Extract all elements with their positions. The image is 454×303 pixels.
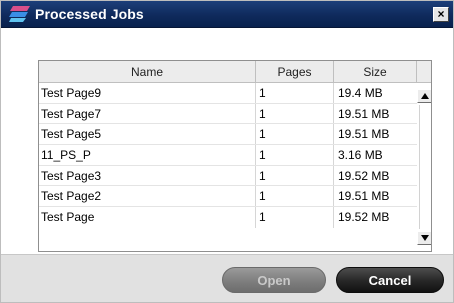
close-icon: ×	[437, 7, 445, 21]
cell-size: 19.51 MB	[338, 127, 390, 142]
scroll-track[interactable]	[419, 105, 430, 229]
scroll-down-button[interactable]	[417, 231, 431, 245]
table-body: Test Page9 1 19.4 MB Test Page7 1 19.51 …	[39, 83, 417, 228]
table-row[interactable]: Test Page5 1 19.51 MB	[39, 124, 417, 146]
cell-size: 19.4 MB	[338, 86, 383, 100]
cell-pages: 1	[256, 145, 334, 165]
dialog-content: Name Pages Size Test Page9 1 19.4 MB Tes…	[1, 29, 453, 254]
cell-size: 19.51 MB	[338, 106, 390, 121]
window-title: Processed Jobs	[35, 6, 144, 22]
arrow-up-icon	[421, 93, 429, 99]
cell-name: 11_PS_P	[39, 145, 256, 165]
table-row[interactable]: Test Page2 1 19.51 MB	[39, 186, 417, 208]
cell-size: 19.51 MB	[338, 189, 390, 204]
cell-name: Test Page	[39, 207, 256, 228]
table-row[interactable]: 11_PS_P 1 3.16 MB	[39, 145, 417, 166]
open-button[interactable]: Open	[222, 267, 326, 293]
close-button[interactable]: ×	[433, 7, 449, 22]
cell-name: Test Page3	[39, 165, 256, 186]
table-row[interactable]: Test Page3 1 19.52 MB	[39, 165, 417, 187]
column-header-name[interactable]: Name	[39, 61, 256, 83]
column-header-pages[interactable]: Pages	[256, 61, 334, 83]
cell-name: Test Page9	[39, 83, 256, 103]
table-row[interactable]: Test Page9 1 19.4 MB	[39, 83, 417, 104]
cell-pages: 1	[256, 207, 334, 228]
vertical-scrollbar[interactable]	[417, 83, 431, 251]
cell-pages: 1	[256, 165, 334, 186]
arrow-down-icon	[421, 235, 429, 241]
cell-pages: 1	[256, 103, 334, 124]
processed-jobs-dialog: Processed Jobs × Name Pages Size Test Pa…	[0, 0, 454, 303]
app-logo-icon	[9, 6, 30, 22]
cell-pages: 1	[256, 186, 334, 207]
cell-name: Test Page2	[39, 186, 256, 207]
cell-pages: 1	[256, 124, 334, 145]
cell-name: Test Page5	[39, 124, 256, 145]
title-bar: Processed Jobs ×	[1, 1, 453, 28]
cell-size: 19.52 MB	[338, 210, 390, 225]
table-header: Name Pages Size	[39, 61, 417, 83]
table-row[interactable]: Test Page7 1 19.51 MB	[39, 103, 417, 125]
scroll-up-button[interactable]	[417, 89, 431, 103]
cell-size: 19.52 MB	[338, 168, 390, 183]
button-bar: Open Cancel	[1, 254, 453, 302]
cell-pages: 1	[256, 83, 334, 103]
column-header-size[interactable]: Size	[334, 61, 417, 83]
header-corner	[417, 61, 431, 83]
cell-name: Test Page7	[39, 103, 256, 124]
cancel-button[interactable]: Cancel	[336, 267, 444, 293]
table-row[interactable]: Test Page 1 19.52 MB	[39, 207, 417, 228]
jobs-table: Name Pages Size Test Page9 1 19.4 MB Tes…	[38, 60, 432, 252]
cell-size: 3.16 MB	[338, 148, 383, 163]
